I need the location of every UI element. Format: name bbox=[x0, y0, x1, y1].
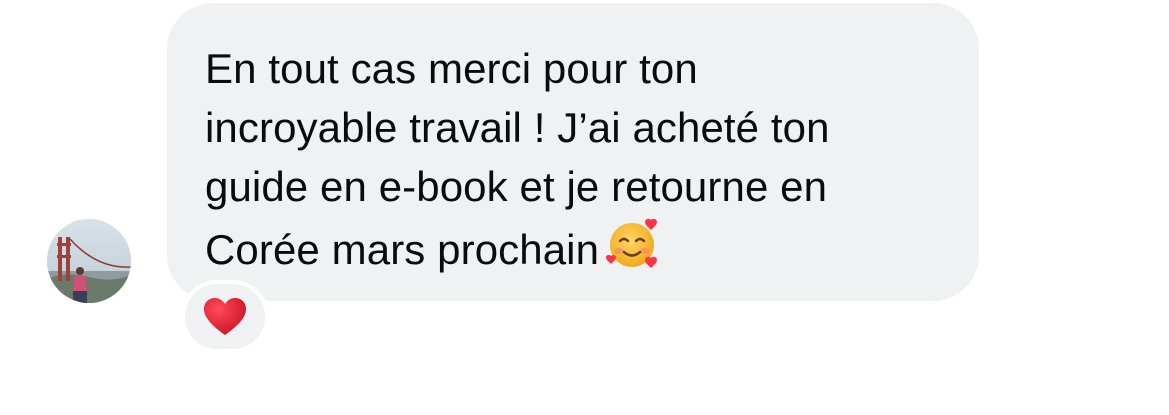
sender-avatar[interactable] bbox=[47, 219, 131, 303]
message-line: guide en e-book et je retourne en bbox=[205, 163, 828, 210]
reaction-badge[interactable] bbox=[181, 280, 269, 353]
smiling-face-with-hearts-icon bbox=[606, 218, 658, 268]
message-line: En tout cas merci pour ton bbox=[205, 45, 698, 92]
message-line-last: Corée mars prochain bbox=[205, 216, 949, 279]
message-bubble[interactable]: En tout cas merci pour ton incroyable tr… bbox=[167, 3, 979, 301]
message-line: incroyable travail ! J’ai acheté ton bbox=[205, 104, 830, 151]
red-heart-icon bbox=[204, 297, 246, 335]
message-line-text: Corée mars prochain bbox=[205, 226, 600, 273]
profile-photo-avatar-icon bbox=[47, 219, 131, 303]
message-thread: En tout cas merci pour ton incroyable tr… bbox=[0, 0, 1169, 415]
message-text: En tout cas merci pour ton incroyable tr… bbox=[205, 39, 949, 279]
